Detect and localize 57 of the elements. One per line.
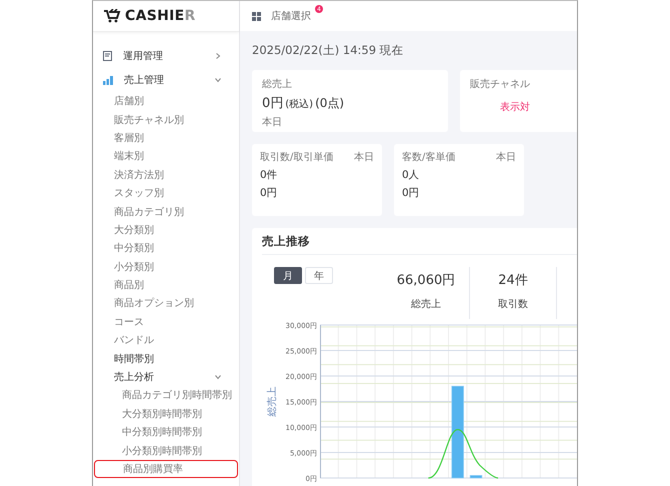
menu-item[interactable]: 端末別: [93, 147, 239, 166]
kpi-label: 総売上: [411, 298, 441, 311]
cart-icon: [103, 9, 121, 23]
logo-text: CASHIER: [125, 8, 196, 24]
curve-drawing: [428, 428, 498, 479]
menu-item[interactable]: 運用管理: [93, 44, 239, 68]
stat-value: 0件: [260, 168, 279, 182]
card-title: 取引数/取引単価: [260, 151, 334, 164]
menu-item[interactable]: 商品カテゴリ別時間帯別: [94, 386, 238, 405]
menu-item[interactable]: コース: [93, 312, 239, 332]
grid-icon[interactable]: [252, 12, 261, 20]
sales-amount: 0円: [262, 95, 284, 112]
chevron-down-icon: [215, 374, 221, 380]
menu-item[interactable]: 決済方法別: [93, 166, 239, 184]
menu-item[interactable]: 商品別購買率: [94, 460, 238, 478]
card-title: 販売チャネル: [470, 78, 531, 91]
period-tab[interactable]: 年: [305, 267, 333, 284]
menu-item[interactable]: 商品オプション別: [93, 294, 239, 313]
menu-item[interactable]: 中分類別: [93, 239, 239, 258]
document-icon: [103, 51, 112, 61]
period-label: 本日: [262, 116, 283, 129]
menu-item[interactable]: 売上管理: [93, 68, 239, 92]
bar-chart-icon: [103, 76, 113, 84]
menu-item[interactable]: 大分類別: [93, 220, 239, 240]
chevron-right-icon: [215, 53, 221, 59]
menu-item[interactable]: 小分類別時間帯別: [94, 441, 238, 460]
menu-item[interactable]: 店舗別: [93, 92, 239, 110]
period-tab[interactable]: 月: [274, 267, 302, 284]
item-count: (0点): [315, 95, 344, 112]
stat-value: 0人: [402, 168, 421, 182]
menu-item[interactable]: 中分類別時間帯別: [94, 423, 238, 442]
menu-item[interactable]: 大分類別時間帯別: [94, 404, 238, 424]
kpi-value: 24件: [498, 272, 528, 289]
chevron-down-icon: [215, 77, 221, 83]
timestamp: 2025/02/22(土) 14:59 現在: [252, 42, 405, 59]
section-title: 売上推移: [262, 228, 577, 255]
menu-item[interactable]: 売上分析: [93, 368, 239, 386]
period-label: 本日: [496, 150, 516, 164]
menu-item[interactable]: 販売チャネル別: [93, 110, 239, 129]
menu-item[interactable]: バンドル: [93, 331, 239, 350]
menu-item[interactable]: 客層別: [93, 128, 239, 148]
period-label: 本日: [354, 150, 374, 164]
kpi-label: 取引数: [498, 298, 528, 311]
card-title: 客数/客単価: [402, 150, 456, 164]
stat-value: 0円: [402, 186, 421, 200]
menu-item[interactable]: 商品別: [93, 276, 239, 294]
menu-item[interactable]: スタッフ別: [93, 184, 239, 202]
axis-title: 総売上: [267, 386, 278, 416]
show-link[interactable]: 表示対: [470, 100, 577, 114]
menu-item[interactable]: 商品カテゴリ別: [93, 202, 239, 221]
kpi-value: 66,060円: [396, 272, 456, 289]
menu-item[interactable]: 小分類別: [93, 258, 239, 276]
card-title: 総売上: [262, 78, 293, 91]
stat-value: 0円: [260, 186, 279, 200]
tax-note: (税込): [285, 98, 314, 111]
menu-item[interactable]: 時間帯別: [93, 349, 239, 368]
store-select-link[interactable]: 店舗選択: [271, 9, 311, 23]
